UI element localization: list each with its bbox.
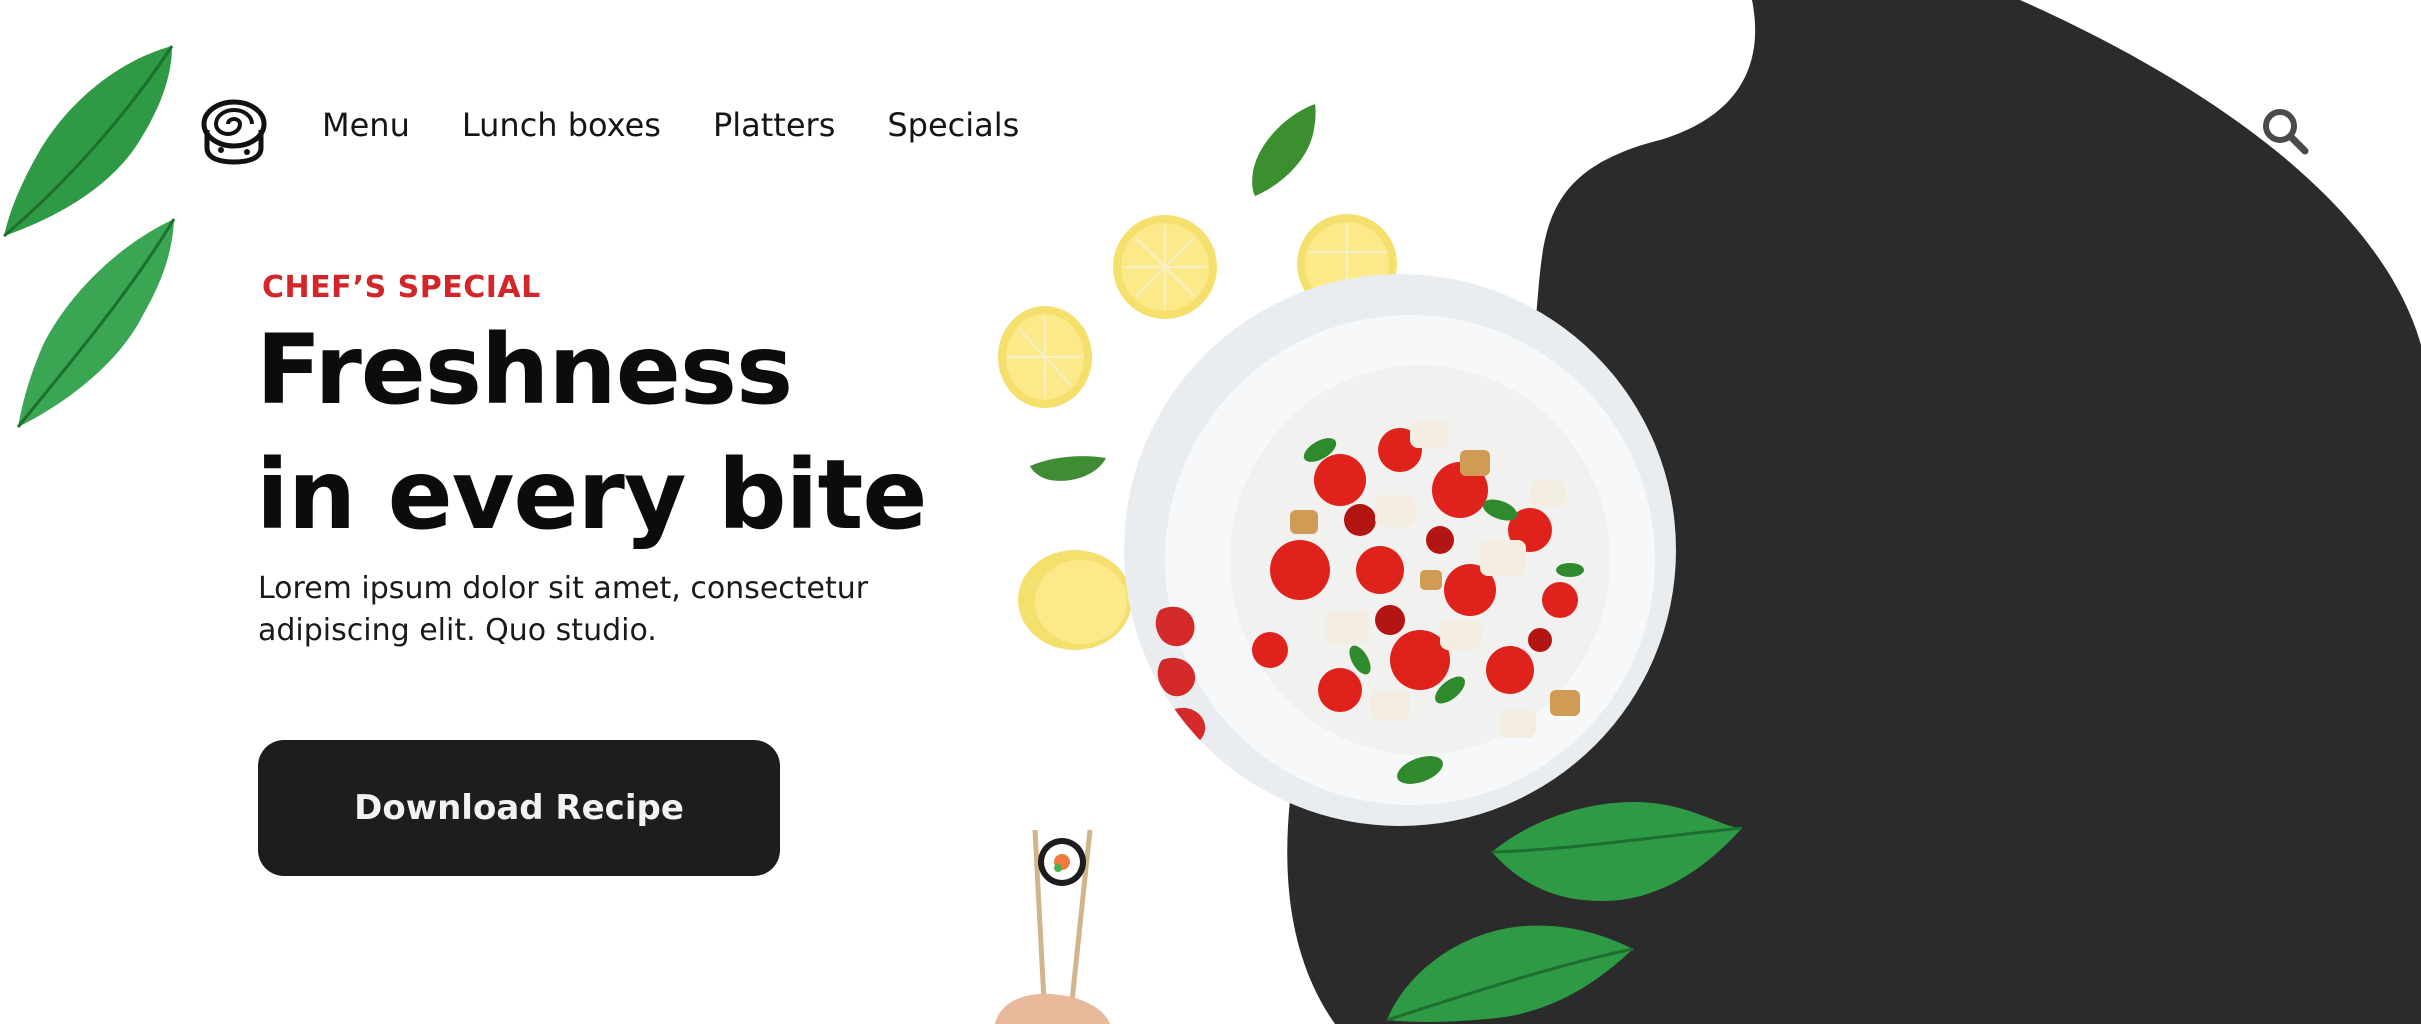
- hero-headline: Freshness in every bite: [256, 308, 927, 558]
- search-icon[interactable]: [2260, 106, 2310, 156]
- main-nav: Menu Lunch boxes Platters Specials: [322, 106, 1019, 144]
- headline-line-2: in every bite: [256, 439, 927, 551]
- nav-item-lunch-boxes[interactable]: Lunch boxes: [462, 106, 661, 144]
- sushi-chopsticks-image: [995, 829, 1110, 1024]
- chefs-special-label: CHEF’S SPECIAL: [262, 270, 541, 305]
- leaf-icon: [1386, 925, 1634, 1022]
- lemon-slice-icon: [998, 306, 1092, 408]
- hero-description: Lorem ipsum dolor sit amet, consectetur …: [258, 571, 869, 648]
- leaf-icon: [16, 218, 176, 428]
- nav-item-platters[interactable]: Platters: [713, 106, 835, 144]
- leaf-icon: [3, 45, 174, 238]
- salad-plate-image: [1124, 274, 1676, 826]
- download-recipe-button[interactable]: Download Recipe: [258, 740, 780, 876]
- lemon-half-icon: [1018, 550, 1132, 650]
- leaf-icon: [1252, 104, 1316, 196]
- headline-line-1: Freshness: [256, 314, 793, 426]
- cinnamon-roll-logo-icon[interactable]: [199, 96, 269, 166]
- leaf-icon: [1030, 456, 1106, 481]
- nav-item-specials[interactable]: Specials: [887, 106, 1019, 144]
- nav-item-menu[interactable]: Menu: [322, 106, 410, 144]
